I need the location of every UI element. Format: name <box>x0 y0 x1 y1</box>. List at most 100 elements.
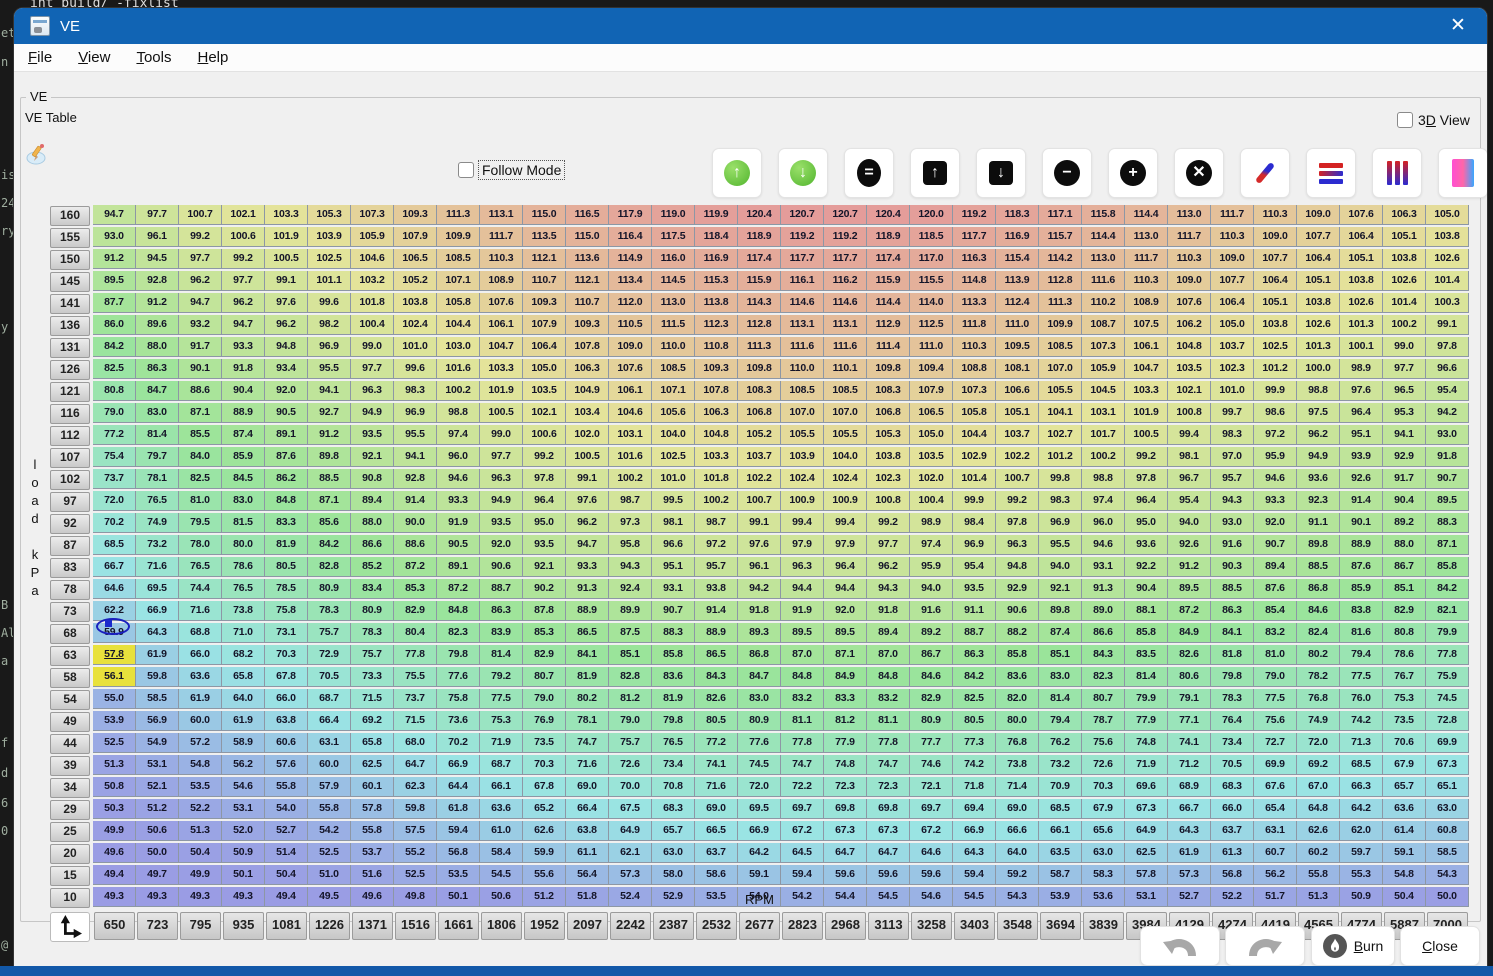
ve-cell[interactable]: 69.9 <box>1254 755 1297 775</box>
ve-cell[interactable]: 59.4 <box>953 865 996 885</box>
ve-cell[interactable]: 103.3 <box>1125 381 1168 401</box>
ve-cell[interactable]: 52.5 <box>308 843 351 863</box>
ve-cell[interactable]: 69.4 <box>953 799 996 819</box>
ve-cell[interactable]: 68.5 <box>1039 799 1082 819</box>
ve-cell[interactable]: 86.6 <box>351 535 394 555</box>
ve-cell[interactable]: 77.3 <box>953 733 996 753</box>
ve-cell[interactable]: 65.8 <box>351 733 394 753</box>
ve-cell[interactable]: 62.2 <box>93 601 136 621</box>
ve-cell[interactable]: 107.8 <box>566 337 609 357</box>
ve-cell[interactable]: 79.0 <box>609 711 652 731</box>
row-header[interactable]: 136 <box>50 316 90 336</box>
ve-cell[interactable]: 95.3 <box>1383 403 1426 423</box>
ve-cell[interactable]: 91.7 <box>1383 469 1426 489</box>
ve-cell[interactable]: 87.1 <box>179 403 222 423</box>
ve-cell[interactable]: 93.5 <box>523 535 566 555</box>
ve-cell[interactable]: 91.1 <box>953 601 996 621</box>
ve-cell[interactable]: 105.1 <box>996 403 1039 423</box>
ve-cell[interactable]: 111.7 <box>1211 205 1254 225</box>
ve-cell[interactable]: 59.6 <box>910 865 953 885</box>
row-header[interactable]: 68 <box>50 624 90 644</box>
ve-cell[interactable]: 100.3 <box>1426 293 1469 313</box>
ve-cell[interactable]: 102.6 <box>1426 249 1469 269</box>
ve-cell[interactable]: 101.0 <box>1211 381 1254 401</box>
ve-cell[interactable]: 101.7 <box>1082 425 1125 445</box>
ve-cell[interactable]: 105.0 <box>523 359 566 379</box>
ve-cell[interactable]: 63.1 <box>308 733 351 753</box>
ve-cell[interactable]: 62.5 <box>1125 843 1168 863</box>
ve-cell[interactable]: 105.5 <box>781 425 824 445</box>
ve-cell[interactable]: 77.5 <box>480 689 523 709</box>
ve-cell[interactable]: 59.4 <box>781 865 824 885</box>
ve-cell[interactable]: 105.3 <box>867 425 910 445</box>
ve-cell[interactable]: 50.4 <box>265 865 308 885</box>
ve-cell[interactable]: 106.3 <box>1383 205 1426 225</box>
ve-cell[interactable]: 79.8 <box>652 711 695 731</box>
row-header[interactable]: 102 <box>50 470 90 490</box>
ve-cell[interactable]: 114.3 <box>738 293 781 313</box>
ve-cell[interactable]: 68.5 <box>93 535 136 555</box>
row-header[interactable]: 25 <box>50 822 90 842</box>
ve-cell[interactable]: 66.7 <box>1168 799 1211 819</box>
ve-cell[interactable]: 63.6 <box>480 799 523 819</box>
ve-cell[interactable]: 99.8 <box>1039 469 1082 489</box>
row-header[interactable]: 83 <box>50 558 90 578</box>
ve-cell[interactable]: 102.6 <box>1383 271 1426 291</box>
ve-cell[interactable]: 96.2 <box>867 557 910 577</box>
ve-cell[interactable]: 99.2 <box>523 447 566 467</box>
ve-cell[interactable]: 80.5 <box>265 557 308 577</box>
ve-cell[interactable]: 64.8 <box>1297 799 1340 819</box>
menu-view[interactable]: View <box>78 49 110 66</box>
ve-cell[interactable]: 96.6 <box>1426 359 1469 379</box>
ve-cell[interactable]: 91.1 <box>1297 513 1340 533</box>
ve-cell[interactable]: 95.5 <box>308 359 351 379</box>
ve-cell[interactable]: 103.3 <box>480 359 523 379</box>
row-header[interactable]: 107 <box>50 448 90 468</box>
ve-cell[interactable]: 88.9 <box>222 403 265 423</box>
ve-cell[interactable]: 82.3 <box>1082 667 1125 687</box>
ve-cell[interactable]: 109.0 <box>1254 227 1297 247</box>
ve-cell[interactable]: 84.5 <box>222 469 265 489</box>
ve-cell[interactable]: 109.4 <box>910 359 953 379</box>
ve-cell[interactable]: 76.5 <box>652 733 695 753</box>
ve-cell[interactable]: 107.9 <box>523 315 566 335</box>
ve-cell[interactable]: 69.2 <box>1297 755 1340 775</box>
ve-cell[interactable]: 72.0 <box>738 777 781 797</box>
ve-cell[interactable]: 58.6 <box>695 865 738 885</box>
ve-cell[interactable]: 54.8 <box>1383 865 1426 885</box>
ve-cell[interactable]: 83.2 <box>867 689 910 709</box>
ve-cell[interactable]: 76.5 <box>136 491 179 511</box>
ve-cell[interactable]: 77.6 <box>738 733 781 753</box>
ve-cell[interactable]: 65.4 <box>1254 799 1297 819</box>
ve-cell[interactable]: 94.0 <box>910 579 953 599</box>
ve-cell[interactable]: 56.1 <box>93 667 136 687</box>
ve-cell[interactable]: 63.6 <box>1383 799 1426 819</box>
ve-cell[interactable]: 88.6 <box>179 381 222 401</box>
ve-cell[interactable]: 111.3 <box>1039 293 1082 313</box>
ve-cell[interactable]: 88.0 <box>136 337 179 357</box>
ve-cell[interactable]: 97.8 <box>1125 469 1168 489</box>
ve-cell[interactable]: 80.7 <box>1082 689 1125 709</box>
ve-cell[interactable]: 92.4 <box>609 579 652 599</box>
col-header[interactable]: 3694 <box>1040 912 1081 940</box>
ve-cell[interactable]: 63.8 <box>265 711 308 731</box>
ve-cell[interactable]: 74.2 <box>953 755 996 775</box>
ve-cell[interactable]: 90.7 <box>1254 535 1297 555</box>
ve-cell[interactable]: 77.5 <box>1254 689 1297 709</box>
ve-cell[interactable]: 99.0 <box>351 337 394 357</box>
ve-cell[interactable]: 93.1 <box>1082 557 1125 577</box>
ve-cell[interactable]: 117.0 <box>910 249 953 269</box>
ve-cell[interactable]: 88.0 <box>351 513 394 533</box>
ve-cell[interactable]: 73.8 <box>996 755 1039 775</box>
ve-cell[interactable]: 82.6 <box>695 689 738 709</box>
ve-cell[interactable]: 102.2 <box>738 469 781 489</box>
ve-cell[interactable]: 56.8 <box>1211 865 1254 885</box>
ve-cell[interactable]: 107.6 <box>1168 293 1211 313</box>
multiply-button[interactable]: ✕ <box>1174 148 1224 198</box>
ve-cell[interactable]: 93.3 <box>1254 491 1297 511</box>
ve-cell[interactable]: 119.9 <box>695 205 738 225</box>
ve-cell[interactable]: 79.9 <box>1125 689 1168 709</box>
ve-cell[interactable]: 110.3 <box>480 249 523 269</box>
col-header[interactable]: 2387 <box>653 912 694 940</box>
ve-cell[interactable]: 59.9 <box>93 623 136 643</box>
